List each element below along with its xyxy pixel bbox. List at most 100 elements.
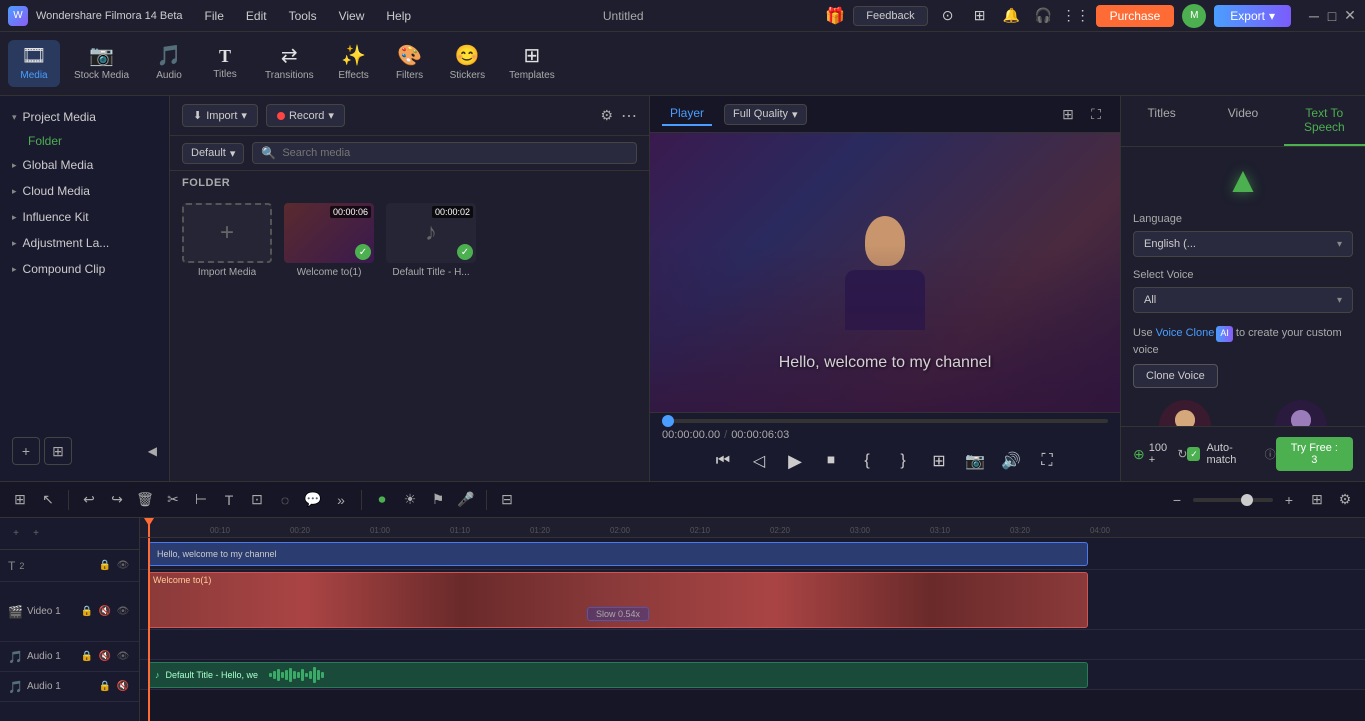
- tool-stock-media[interactable]: 📷 Stock Media: [64, 40, 139, 87]
- language-select[interactable]: English (... ▾: [1133, 231, 1353, 257]
- export-button[interactable]: Export ▾: [1214, 5, 1291, 27]
- audio1-track-mute-btn[interactable]: 🔇: [115, 679, 131, 695]
- tool-transitions[interactable]: ⇄ Transitions: [255, 40, 324, 87]
- track-height-btn[interactable]: ⊟: [495, 488, 519, 512]
- grid-view-timeline-btn[interactable]: ⊞: [1305, 488, 1329, 512]
- audio-clip[interactable]: ♪ Default Title - Hello, we: [148, 662, 1088, 688]
- sidebar-item-folder[interactable]: Folder: [0, 130, 169, 152]
- audio-track-lock-btn[interactable]: 🔒: [79, 649, 95, 665]
- tool-audio[interactable]: 🎵 Audio: [143, 40, 195, 87]
- text-tool-btn[interactable]: T: [217, 488, 241, 512]
- tool-filters[interactable]: 🎨 Filters: [384, 40, 436, 87]
- fullscreen-btn[interactable]: ⛶: [1084, 102, 1108, 126]
- auto-match-checkbox[interactable]: ✓: [1187, 447, 1200, 461]
- sidebar-item-global-media[interactable]: ▸ Global Media: [0, 152, 169, 178]
- window-maximize[interactable]: □: [1325, 9, 1339, 23]
- window-minimize[interactable]: ─: [1307, 9, 1321, 23]
- tab-titles[interactable]: Titles: [1121, 96, 1202, 146]
- window-close[interactable]: ✕: [1343, 9, 1357, 23]
- toggle-btn[interactable]: ⏺: [370, 488, 394, 512]
- apps-icon[interactable]: ⋮⋮: [1064, 4, 1088, 28]
- cut-btn[interactable]: ✂: [161, 488, 185, 512]
- gift-button[interactable]: 🎁: [825, 6, 845, 26]
- quality-select[interactable]: Full Quality ▾: [724, 104, 807, 125]
- undo-btn[interactable]: ↩: [77, 488, 101, 512]
- marker-btn[interactable]: ⚑: [426, 488, 450, 512]
- redo-btn[interactable]: ↪: [105, 488, 129, 512]
- settings-btn[interactable]: ⚙: [1333, 488, 1357, 512]
- sidebar-item-influence-kit[interactable]: ▸ Influence Kit: [0, 204, 169, 230]
- screenshot-btn[interactable]: 📷: [961, 447, 989, 475]
- feedback-button[interactable]: Feedback: [853, 6, 927, 26]
- comment-btn[interactable]: 💬: [301, 488, 325, 512]
- add-folder-btn[interactable]: +: [12, 437, 40, 465]
- menu-edit[interactable]: Edit: [236, 7, 277, 25]
- media-item-audio[interactable]: ♪ 00:00:02 ✓ Default Title - H...: [386, 203, 476, 278]
- step-back-btn[interactable]: ◁: [745, 447, 773, 475]
- tab-video[interactable]: Video: [1202, 96, 1283, 146]
- tool-stickers[interactable]: 😊 Stickers: [440, 40, 496, 87]
- stop-btn[interactable]: ⏹: [817, 447, 845, 475]
- menu-tools[interactable]: Tools: [279, 7, 327, 25]
- crop-btn[interactable]: ⊡: [245, 488, 269, 512]
- headset-icon[interactable]: 🎧: [1032, 4, 1056, 28]
- sidebar-item-adjustment-layer[interactable]: ▸ Adjustment La...: [0, 230, 169, 256]
- refresh-icon[interactable]: ↻: [1177, 447, 1187, 461]
- volume-btn[interactable]: 🔊: [997, 447, 1025, 475]
- tool-titles[interactable]: T Titles: [199, 41, 251, 86]
- zoom-out-btn[interactable]: −: [1165, 488, 1189, 512]
- menu-view[interactable]: View: [329, 7, 375, 25]
- mark-in-btn[interactable]: {: [853, 447, 881, 475]
- sidebar-collapse-btn[interactable]: ◀: [148, 437, 157, 465]
- search-input[interactable]: [282, 147, 628, 159]
- sidebar-item-compound-clip[interactable]: ▸ Compound Clip: [0, 256, 169, 282]
- filter-button[interactable]: ⚙: [600, 107, 613, 124]
- menu-file[interactable]: File: [195, 7, 234, 25]
- play-pause-btn[interactable]: ▶: [781, 447, 809, 475]
- sort-button[interactable]: Default ▾: [182, 143, 244, 164]
- add-audio-track-btn[interactable]: +: [28, 526, 44, 542]
- user-avatar[interactable]: M: [1182, 4, 1206, 28]
- mark-out-btn[interactable]: }: [889, 447, 917, 475]
- color-btn[interactable]: ◌: [273, 488, 297, 512]
- sidebar-item-cloud-media[interactable]: ▸ Cloud Media: [0, 178, 169, 204]
- voice-card-jason[interactable]: Jason: [1249, 400, 1353, 426]
- audio-track-eye-btn[interactable]: 👁: [115, 649, 131, 665]
- select-tool-btn[interactable]: ↖: [36, 488, 60, 512]
- import-button[interactable]: ⬇ Import ▾: [182, 104, 258, 127]
- snap-btn[interactable]: ☀: [398, 488, 422, 512]
- minimize-window-btn[interactable]: ⊙: [936, 4, 960, 28]
- bell-icon[interactable]: 🔔: [1000, 4, 1024, 28]
- add-video-track-btn[interactable]: +: [8, 526, 24, 542]
- zoom-in-btn[interactable]: +: [1277, 488, 1301, 512]
- tool-templates[interactable]: ⊞ Templates: [499, 40, 565, 87]
- tab-text-to-speech[interactable]: Text To Speech: [1284, 96, 1365, 146]
- sidebar-item-project-media[interactable]: ▾ Project Media: [0, 104, 169, 130]
- purchase-button[interactable]: Purchase: [1096, 5, 1175, 27]
- add-track-btn[interactable]: ⊞: [8, 488, 32, 512]
- clone-voice-button[interactable]: Clone Voice: [1133, 364, 1218, 388]
- progress-bar[interactable]: [662, 419, 1108, 423]
- title-clip[interactable]: Hello, welcome to my channel: [148, 542, 1088, 566]
- record-button[interactable]: Record ▾: [266, 104, 345, 127]
- video-track-lock-btn[interactable]: 🔒: [79, 604, 95, 620]
- grid-view-btn[interactable]: ⊞: [1056, 102, 1080, 126]
- more-options-button[interactable]: ⋯: [621, 106, 637, 126]
- zoom-slider[interactable]: [1193, 498, 1273, 502]
- split-at-playhead-btn[interactable]: ⊢: [189, 488, 213, 512]
- more-tools-btn[interactable]: »: [329, 488, 353, 512]
- tool-media[interactable]: 🎞 Media: [8, 40, 60, 87]
- add-to-timeline-btn[interactable]: ⊞: [925, 447, 953, 475]
- fullscreen-ctrl-btn[interactable]: ⛶: [1033, 447, 1061, 475]
- voice-clone-link[interactable]: Voice Clone: [1156, 327, 1215, 339]
- delete-btn[interactable]: 🗑: [133, 488, 157, 512]
- mic-btn[interactable]: 🎤: [454, 488, 478, 512]
- import-media-item[interactable]: + Import Media: [182, 203, 272, 278]
- try-free-button[interactable]: Try Free : 3: [1276, 437, 1353, 471]
- track-eye-btn[interactable]: 👁: [115, 558, 131, 574]
- audio-track-mute-btn[interactable]: 🔇: [97, 649, 113, 665]
- info-icon[interactable]: ⓘ: [1265, 446, 1276, 462]
- audio1-track-lock-btn[interactable]: 🔒: [97, 679, 113, 695]
- create-folder-btn[interactable]: ⊞: [44, 437, 72, 465]
- layout-btn[interactable]: ⊞: [968, 4, 992, 28]
